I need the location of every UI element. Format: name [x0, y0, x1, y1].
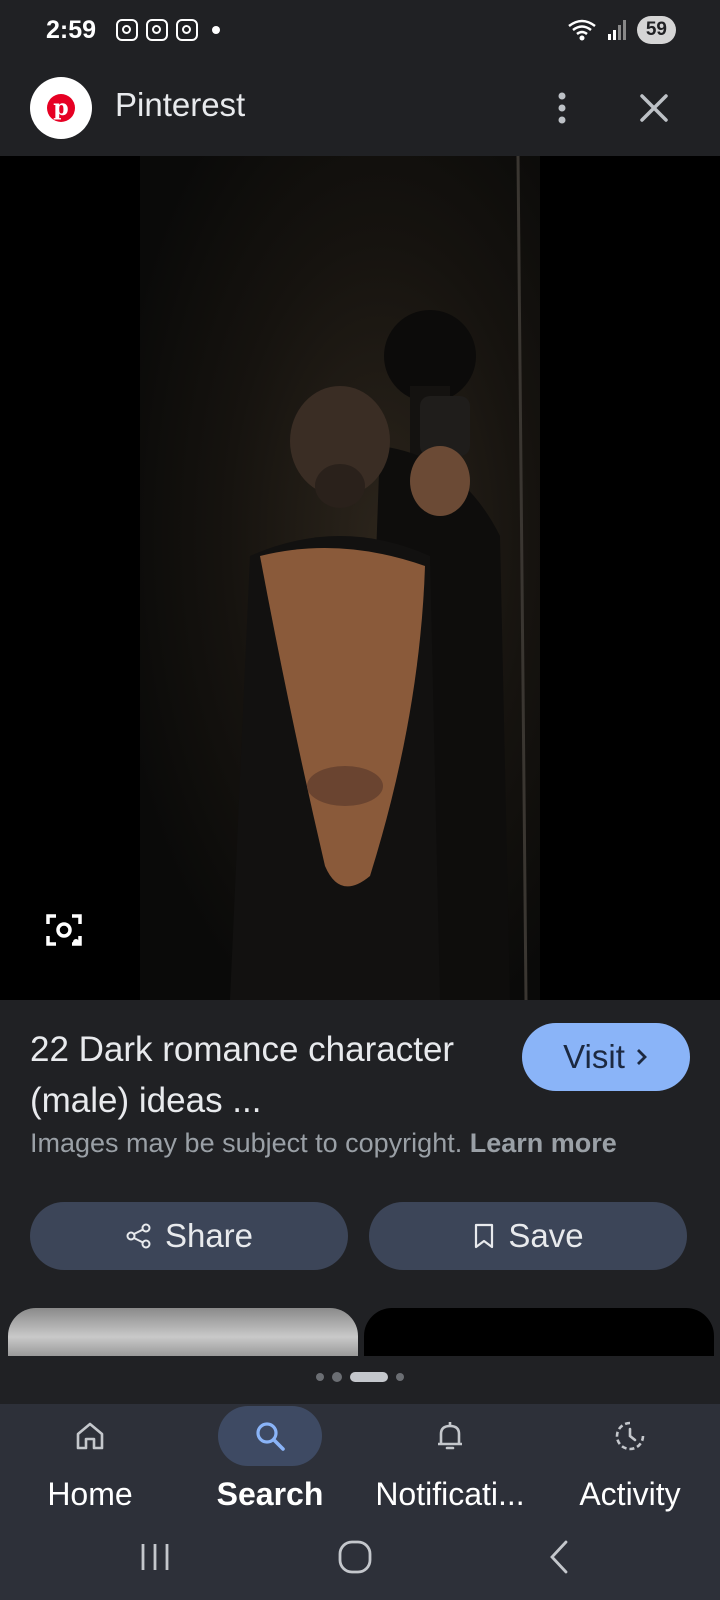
share-icon: [126, 1223, 151, 1249]
share-button[interactable]: Share: [30, 1202, 348, 1270]
save-button[interactable]: Save: [369, 1202, 687, 1270]
instagram-icon: [176, 19, 198, 41]
learn-more-link[interactable]: Learn more: [470, 1128, 617, 1158]
chevron-right-icon: [636, 1049, 647, 1065]
related-image-thumbnail[interactable]: [364, 1308, 714, 1356]
visit-label: Visit: [563, 1038, 625, 1075]
page-dot: [396, 1373, 404, 1381]
system-status-icons: 59: [567, 16, 676, 44]
battery-indicator: 59: [636, 16, 676, 44]
instagram-icon: [146, 19, 168, 41]
result-info: 22 Dark romance character (male) ideas .…: [0, 1000, 720, 1400]
home-circle-icon: [338, 1540, 372, 1574]
recent-apps-icon: [141, 1544, 169, 1570]
signal-icon: [607, 20, 626, 40]
home-icon: [38, 1406, 142, 1466]
page-indicator: [0, 1372, 720, 1382]
instagram-icon: [116, 19, 138, 41]
bell-icon: [398, 1406, 502, 1466]
app-title: Pinterest: [115, 86, 246, 123]
home-system-button[interactable]: [334, 1536, 378, 1580]
pinterest-logo-icon: p: [47, 94, 75, 122]
photo-silhouette: [230, 156, 528, 1000]
wifi-icon: [568, 19, 596, 41]
nav-notifications[interactable]: Notificati...: [360, 1404, 540, 1520]
nav-notifications-label: Notificati...: [375, 1476, 525, 1512]
activity-icon: [578, 1406, 682, 1466]
copyright-notice: Images may be subject to copyright. Lear…: [30, 1128, 617, 1159]
share-label: Share: [164, 1217, 254, 1254]
bookmark-icon: [475, 1223, 494, 1249]
search-icon: [218, 1406, 322, 1466]
status-bar: 2:59 59: [0, 0, 720, 64]
nav-activity-label: Activity: [579, 1476, 681, 1512]
nav-home[interactable]: Home: [0, 1404, 180, 1520]
image-preview[interactable]: [0, 156, 720, 1000]
close-icon: [640, 94, 668, 122]
page-dot: [316, 1373, 324, 1381]
visit-button[interactable]: Visit: [522, 1023, 690, 1091]
close-button[interactable]: [632, 86, 676, 130]
app-header: p Pinterest: [0, 64, 720, 156]
result-title[interactable]: 22 Dark romance character (male) ideas .…: [30, 1024, 500, 1126]
nav-search[interactable]: Search: [180, 1404, 360, 1520]
bottom-navigation: Home Search Notificati... Activity: [0, 1404, 720, 1520]
nav-activity[interactable]: Activity: [540, 1404, 720, 1520]
back-button[interactable]: [540, 1536, 584, 1580]
notification-icons: [116, 19, 220, 41]
save-label: Save: [508, 1217, 584, 1254]
related-image-thumbnail[interactable]: [8, 1308, 358, 1356]
copyright-text: Images may be subject to copyright.: [30, 1128, 463, 1158]
lens-icon: [46, 914, 82, 946]
nav-home-label: Home: [47, 1476, 133, 1512]
status-time: 2:59: [46, 16, 97, 44]
page-dot: [332, 1372, 342, 1382]
more-notifications-dot-icon: [212, 26, 220, 34]
more-vert-icon: [558, 92, 566, 124]
system-navigation-bar: [0, 1520, 720, 1600]
recent-apps-button[interactable]: [133, 1536, 177, 1580]
back-icon: [550, 1540, 568, 1574]
pinterest-logo: p: [30, 77, 92, 139]
page-dot-active: [350, 1372, 388, 1382]
nav-search-label: Search: [216, 1476, 324, 1512]
more-options-button[interactable]: [545, 86, 579, 130]
result-photo: [140, 156, 540, 1000]
google-lens-button[interactable]: [40, 906, 88, 954]
